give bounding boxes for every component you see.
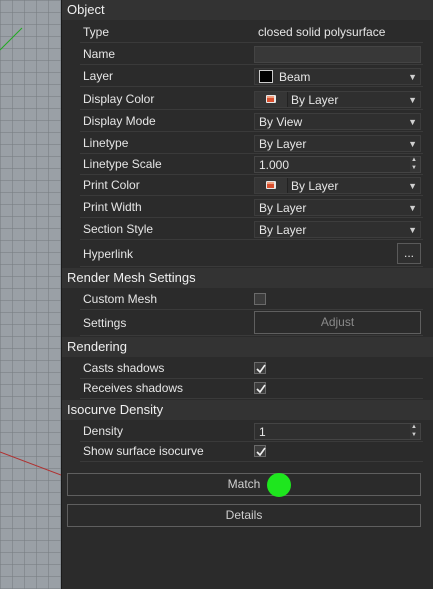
linetype-scale-value: 1.000 [259,158,290,172]
row-print-width: Print Width By Layer ▼ [80,197,423,218]
layer-value: Beam [279,70,311,84]
custom-mesh-label: Custom Mesh [83,292,158,306]
custom-mesh-checkbox[interactable] [254,293,266,305]
section-render-mesh-header[interactable]: Render Mesh Settings [62,268,433,288]
row-show-surface-isocurve: Show surface isocurve [80,441,423,462]
check-icon [256,364,266,374]
spin-updown-icon[interactable]: ▲ ▼ [410,424,420,439]
row-hyperlink: Hyperlink ... [80,243,423,267]
density-input[interactable]: 1 ▲ ▼ [254,423,421,440]
display-mode-value: By View [259,115,303,129]
display-mode-label: Display Mode [83,114,156,128]
chevron-down-icon: ▼ [408,225,417,235]
layer-label: Layer [83,69,114,83]
chevron-down-icon: ▼ [408,139,417,149]
print-width-dropdown[interactable]: By Layer ▼ [254,199,421,216]
receives-shadows-checkbox[interactable] [254,382,266,394]
name-field[interactable] [254,46,421,63]
hyperlink-browse-button[interactable]: ... [397,243,421,264]
section-style-dropdown[interactable]: By Layer ▼ [254,221,421,238]
linetype-scale-input[interactable]: 1.000 ▲ ▼ [254,156,421,173]
hyperlink-label: Hyperlink [83,247,134,261]
print-color-dropdown[interactable]: By Layer ▼ [254,177,421,194]
adjust-button[interactable]: Adjust [254,311,421,334]
viewport-3d[interactable] [0,0,61,589]
print-color-picker-button[interactable] [255,178,288,193]
viewport-axis-lines [0,27,61,476]
show-surface-isocurve-checkbox[interactable] [254,445,266,457]
row-type: Type closed solid polysurface [80,22,423,43]
color-picker-icon [266,181,276,189]
layer-color-swatch [259,70,273,84]
layer-dropdown[interactable]: Beam ▼ [254,68,421,85]
type-value: closed solid polysurface [258,25,386,39]
row-display-color: Display Color By Layer ▼ [80,89,423,110]
display-mode-dropdown[interactable]: By View ▼ [254,113,421,130]
settings-label: Settings [83,316,127,330]
row-display-mode: Display Mode By View ▼ [80,111,423,132]
chevron-down-icon: ▼ [408,203,417,213]
row-settings: Settings Adjust [80,311,423,336]
check-icon [256,447,266,457]
row-linetype: Linetype By Layer ▼ [80,133,423,154]
section-rendering-header[interactable]: Rendering [62,337,433,357]
row-name: Name [80,44,423,65]
row-casts-shadows: Casts shadows [80,358,423,379]
cursor-indicator-dot [267,473,291,497]
spin-updown-icon[interactable]: ▲ ▼ [410,157,420,172]
linetype-label: Linetype [83,136,129,150]
section-style-value: By Layer [259,223,307,237]
row-section-style: Section Style By Layer ▼ [80,219,423,240]
print-color-value: By Layer [291,179,339,193]
print-width-value: By Layer [259,201,307,215]
casts-shadows-checkbox[interactable] [254,362,266,374]
linetype-scale-label: Linetype Scale [83,157,162,171]
chevron-down-icon: ▼ [408,117,417,127]
show-surface-isocurve-label: Show surface isocurve [83,444,204,458]
chevron-down-icon: ▼ [408,95,417,105]
linetype-dropdown[interactable]: By Layer ▼ [254,135,421,152]
chevron-down-icon: ▼ [408,72,417,82]
chevron-down-icon: ▼ [408,181,417,191]
display-color-value: By Layer [291,93,339,107]
name-label: Name [83,47,116,61]
display-color-dropdown[interactable]: By Layer ▼ [254,91,421,108]
display-color-label: Display Color [83,92,155,106]
receives-shadows-label: Receives shadows [83,381,184,395]
properties-panel: Object Type closed solid polysurface Nam… [62,0,433,589]
color-picker-icon [266,95,276,103]
linetype-value: By Layer [259,137,307,151]
print-width-label: Print Width [83,200,142,214]
section-object-header[interactable]: Object [62,0,433,20]
section-isocurve-header[interactable]: Isocurve Density [62,400,433,420]
display-color-picker-button[interactable] [255,92,288,107]
row-custom-mesh: Custom Mesh [80,289,423,310]
row-linetype-scale: Linetype Scale 1.000 ▲ ▼ [80,154,423,175]
casts-shadows-label: Casts shadows [83,361,165,375]
type-label: Type [83,25,110,39]
row-receives-shadows: Receives shadows [80,378,423,399]
check-icon [256,384,266,394]
print-color-label: Print Color [83,178,140,192]
row-print-color: Print Color By Layer ▼ [80,175,423,196]
details-button[interactable]: Details [67,504,421,527]
row-density: Density 1 ▲ ▼ [80,421,423,442]
row-layer: Layer Beam ▼ [80,66,423,87]
density-label: Density [83,424,124,438]
density-value: 1 [259,425,266,439]
section-style-label: Section Style [83,222,154,236]
match-button[interactable]: Match [67,473,421,496]
